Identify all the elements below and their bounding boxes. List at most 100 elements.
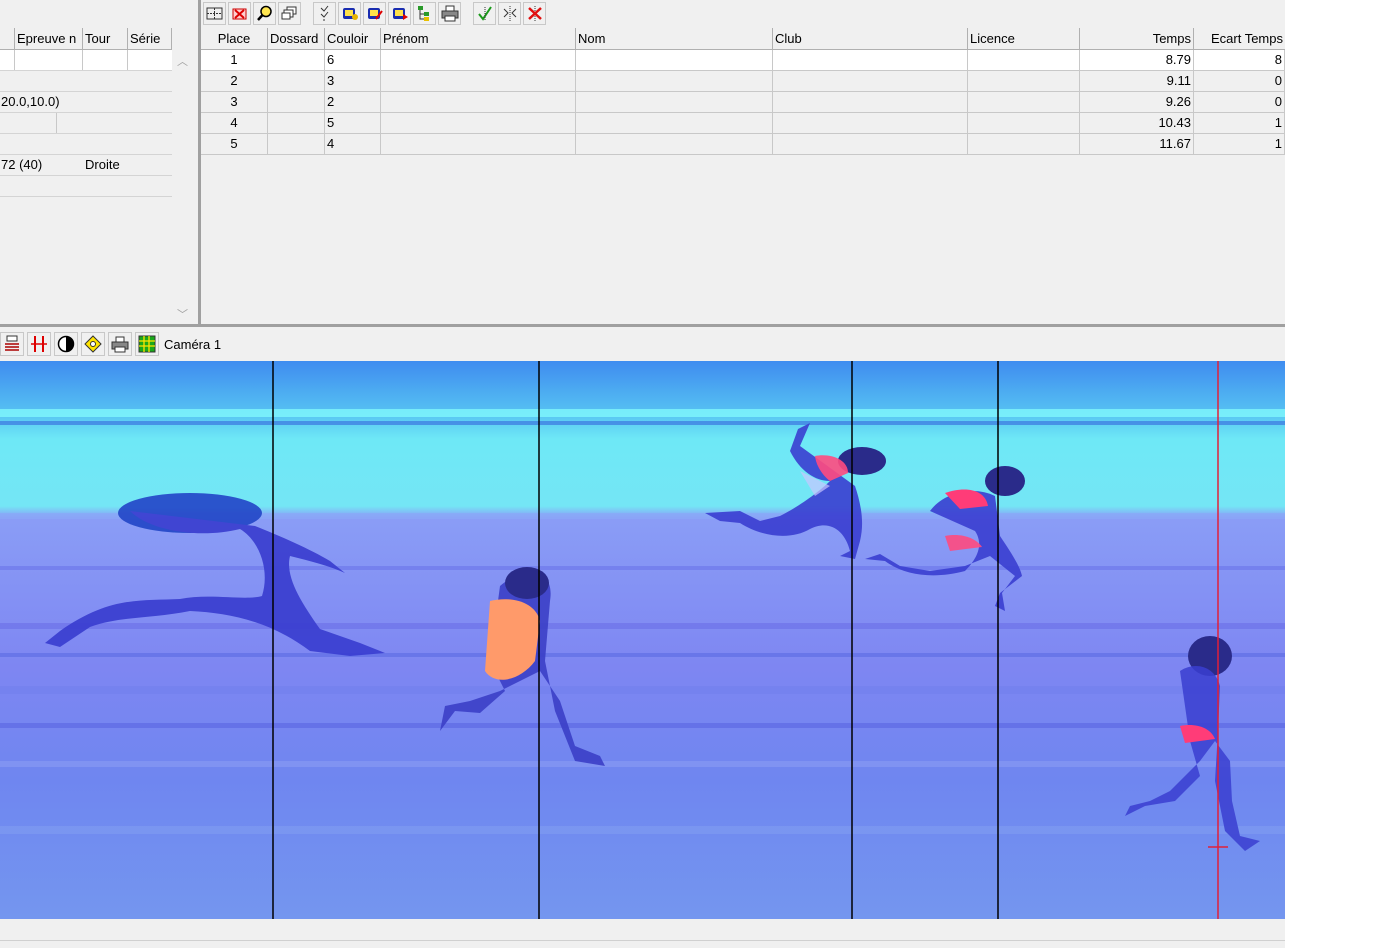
cell-licence[interactable] xyxy=(968,71,1080,92)
cell-couloir[interactable]: 4 xyxy=(325,134,381,155)
cell-temps[interactable]: 9.26 xyxy=(1080,92,1194,113)
cell-dossard[interactable] xyxy=(268,134,325,155)
cell-nom[interactable] xyxy=(576,50,773,71)
results-row[interactable]: 4 5 10.43 1 xyxy=(201,113,1285,134)
cell-club[interactable] xyxy=(773,71,968,92)
cell-nom[interactable] xyxy=(576,71,773,92)
cell-ecart[interactable]: 0 xyxy=(1194,71,1285,92)
col-ecart[interactable]: Ecart Temps xyxy=(1194,28,1285,50)
scroll-up-icon[interactable]: ︿ xyxy=(177,53,188,69)
scroll-down-icon[interactable]: ﹀ xyxy=(177,306,188,322)
cell-place[interactable]: 3 xyxy=(201,92,268,113)
horizontal-splitter[interactable] xyxy=(0,324,1285,327)
event-wind-value: 20.0,10.0) xyxy=(1,94,60,109)
cell-couloir[interactable]: 6 xyxy=(325,50,381,71)
grid-icon[interactable] xyxy=(203,1,226,25)
event-list-row[interactable] xyxy=(0,176,172,197)
cell-ecart[interactable]: 1 xyxy=(1194,134,1285,155)
cell-nom[interactable] xyxy=(576,92,773,113)
split-icon[interactable] xyxy=(498,1,521,25)
cell-club[interactable] xyxy=(773,134,968,155)
cell-nom[interactable] xyxy=(576,134,773,155)
cell-dossard[interactable] xyxy=(268,113,325,134)
windows-icon[interactable] xyxy=(278,1,301,25)
record-edit-icon[interactable] xyxy=(363,1,386,25)
header-epreuve[interactable]: Epreuve n xyxy=(15,28,83,50)
cell-prenom[interactable] xyxy=(381,134,576,155)
brightness-icon[interactable] xyxy=(81,332,105,356)
col-dossard[interactable]: Dossard xyxy=(268,28,325,50)
cell-place[interactable]: 4 xyxy=(201,113,268,134)
cell-club[interactable] xyxy=(773,92,968,113)
cell-prenom[interactable] xyxy=(381,50,576,71)
camera-toolbar: Caméra 1 xyxy=(0,331,221,357)
cell-prenom[interactable] xyxy=(381,113,576,134)
print-icon[interactable] xyxy=(108,332,132,356)
cell-dossard[interactable] xyxy=(268,71,325,92)
cell-licence[interactable] xyxy=(968,134,1080,155)
cell-club[interactable] xyxy=(773,50,968,71)
cell-couloir[interactable]: 5 xyxy=(325,113,381,134)
delete-icon[interactable] xyxy=(228,1,251,25)
event-list-row[interactable] xyxy=(0,134,172,155)
checklist-icon[interactable] xyxy=(313,1,336,25)
col-nom[interactable]: Nom xyxy=(576,28,773,50)
table-icon[interactable] xyxy=(135,332,159,356)
time-cursor-icon[interactable] xyxy=(27,332,51,356)
cell-temps[interactable]: 11.67 xyxy=(1080,134,1194,155)
cell-temps[interactable]: 10.43 xyxy=(1080,113,1194,134)
event-direction-value: Droite xyxy=(85,157,120,172)
event-list-row[interactable] xyxy=(0,50,172,71)
cell-place[interactable]: 2 xyxy=(201,71,268,92)
record-play-icon[interactable] xyxy=(388,1,411,25)
results-row[interactable]: 2 3 9.11 0 xyxy=(201,71,1285,92)
col-temps[interactable]: Temps xyxy=(1080,28,1194,50)
cell-temps[interactable]: 9.11 xyxy=(1080,71,1194,92)
reject-icon[interactable] xyxy=(523,1,546,25)
check-icon[interactable] xyxy=(473,1,496,25)
cell-prenom[interactable] xyxy=(381,92,576,113)
contrast-icon[interactable] xyxy=(54,332,78,356)
photo-finish-canvas[interactable] xyxy=(0,361,1285,919)
photo-finish-image[interactable] xyxy=(0,361,1285,919)
event-list-scrollbar[interactable]: ︿ ﹀ xyxy=(172,50,194,324)
event-list-row[interactable]: 20.0,10.0) xyxy=(0,92,172,113)
results-table: Place Dossard Couloir Prénom Nom Club Li… xyxy=(201,28,1285,324)
cell-place[interactable]: 5 xyxy=(201,134,268,155)
event-list-row[interactable]: 72 (40) Droite xyxy=(0,155,172,176)
cell-licence[interactable] xyxy=(968,50,1080,71)
record-icon[interactable] xyxy=(338,1,361,25)
cell-ecart[interactable]: 0 xyxy=(1194,92,1285,113)
event-list-row[interactable] xyxy=(0,71,172,92)
col-prenom[interactable]: Prénom xyxy=(381,28,576,50)
col-place[interactable]: Place xyxy=(201,28,268,50)
results-row[interactable]: 3 2 9.26 0 xyxy=(201,92,1285,113)
cell-ecart[interactable]: 8 xyxy=(1194,50,1285,71)
print-icon[interactable] xyxy=(438,1,461,25)
event-list-row[interactable] xyxy=(0,113,172,134)
cell-licence[interactable] xyxy=(968,113,1080,134)
cell-prenom[interactable] xyxy=(381,71,576,92)
col-couloir[interactable]: Couloir xyxy=(325,28,381,50)
col-licence[interactable]: Licence xyxy=(968,28,1080,50)
event-list-header: Epreuve n Tour Série xyxy=(0,28,172,50)
cell-dossard[interactable] xyxy=(268,50,325,71)
tree-icon[interactable] xyxy=(413,1,436,25)
cell-dossard[interactable] xyxy=(268,92,325,113)
cell-licence[interactable] xyxy=(968,92,1080,113)
lanes-icon[interactable] xyxy=(0,332,24,356)
zoom-icon[interactable] xyxy=(253,1,276,25)
cell-nom[interactable] xyxy=(576,113,773,134)
col-club[interactable]: Club xyxy=(773,28,968,50)
cell-ecart[interactable]: 1 xyxy=(1194,113,1285,134)
results-row[interactable]: 5 4 11.67 1 xyxy=(201,134,1285,155)
header-tour[interactable]: Tour xyxy=(83,28,128,50)
cell-couloir[interactable]: 2 xyxy=(325,92,381,113)
cell-place[interactable]: 1 xyxy=(201,50,268,71)
cell-temps[interactable]: 8.79 xyxy=(1080,50,1194,71)
cell-couloir[interactable]: 3 xyxy=(325,71,381,92)
results-toolbar xyxy=(203,0,548,26)
results-row[interactable]: 1 6 8.79 8 xyxy=(201,50,1285,71)
header-serie[interactable]: Série xyxy=(128,28,172,50)
cell-club[interactable] xyxy=(773,113,968,134)
